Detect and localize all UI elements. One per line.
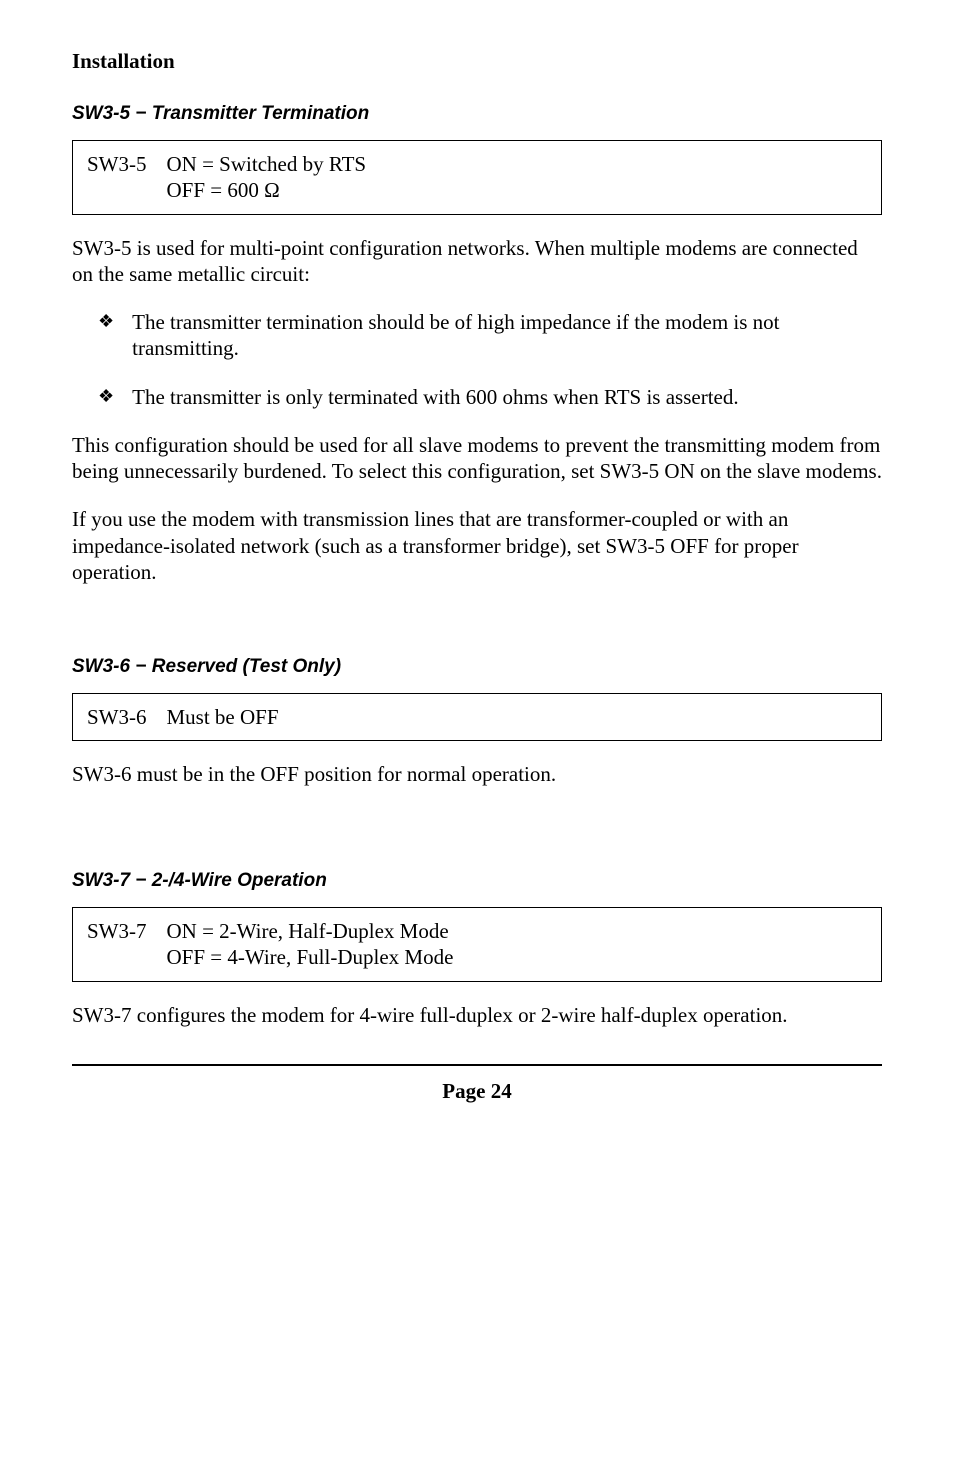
bullet-text: The transmitter termination should be of…: [132, 309, 882, 362]
page-number: Page 24: [72, 1078, 882, 1104]
page-title: Installation: [72, 48, 882, 74]
paragraph: SW3-5 is used for multi-point configurat…: [72, 235, 882, 288]
bullet-text: The transmitter is only terminated with …: [132, 384, 882, 410]
section-label-sw35: SW3-5 − Transmitter Termination: [72, 102, 882, 126]
config-box-sw37: SW3-7 ON = 2-Wire, Half-Duplex Mode OFF …: [72, 907, 882, 982]
list-item: ❖ The transmitter termination should be …: [98, 309, 882, 362]
config-key-sw37: SW3-7: [87, 918, 147, 971]
config-value-sw35-line2: OFF = 600 Ω: [167, 177, 367, 203]
config-box-sw36: SW3-6 Must be OFF: [72, 693, 882, 741]
paragraph: This configuration should be used for al…: [72, 432, 882, 485]
config-value-sw37-line1: ON = 2-Wire, Half-Duplex Mode: [167, 918, 454, 944]
paragraph: If you use the modem with transmission l…: [72, 506, 882, 585]
footer-divider: [72, 1064, 882, 1066]
paragraph: SW3-7 configures the modem for 4-wire fu…: [72, 1002, 882, 1028]
config-value-sw37-line2: OFF = 4-Wire, Full-Duplex Mode: [167, 944, 454, 970]
bullet-list: ❖ The transmitter termination should be …: [72, 309, 882, 410]
section-label-sw36: SW3-6 − Reserved (Test Only): [72, 655, 882, 679]
list-item: ❖ The transmitter is only terminated wit…: [98, 384, 882, 410]
config-key-sw36: SW3-6: [87, 704, 147, 730]
diamond-bullet-icon: ❖: [98, 384, 114, 410]
config-box-sw35: SW3-5 ON = Switched by RTS OFF = 600 Ω: [72, 140, 882, 215]
paragraph: SW3-6 must be in the OFF position for no…: [72, 761, 882, 787]
section-label-sw37: SW3-7 − 2-/4-Wire Operation: [72, 869, 882, 893]
config-value-sw36-line1: Must be OFF: [167, 704, 279, 730]
diamond-bullet-icon: ❖: [98, 309, 114, 362]
config-value-sw35-line1: ON = Switched by RTS: [167, 151, 367, 177]
config-key-sw35: SW3-5: [87, 151, 147, 204]
